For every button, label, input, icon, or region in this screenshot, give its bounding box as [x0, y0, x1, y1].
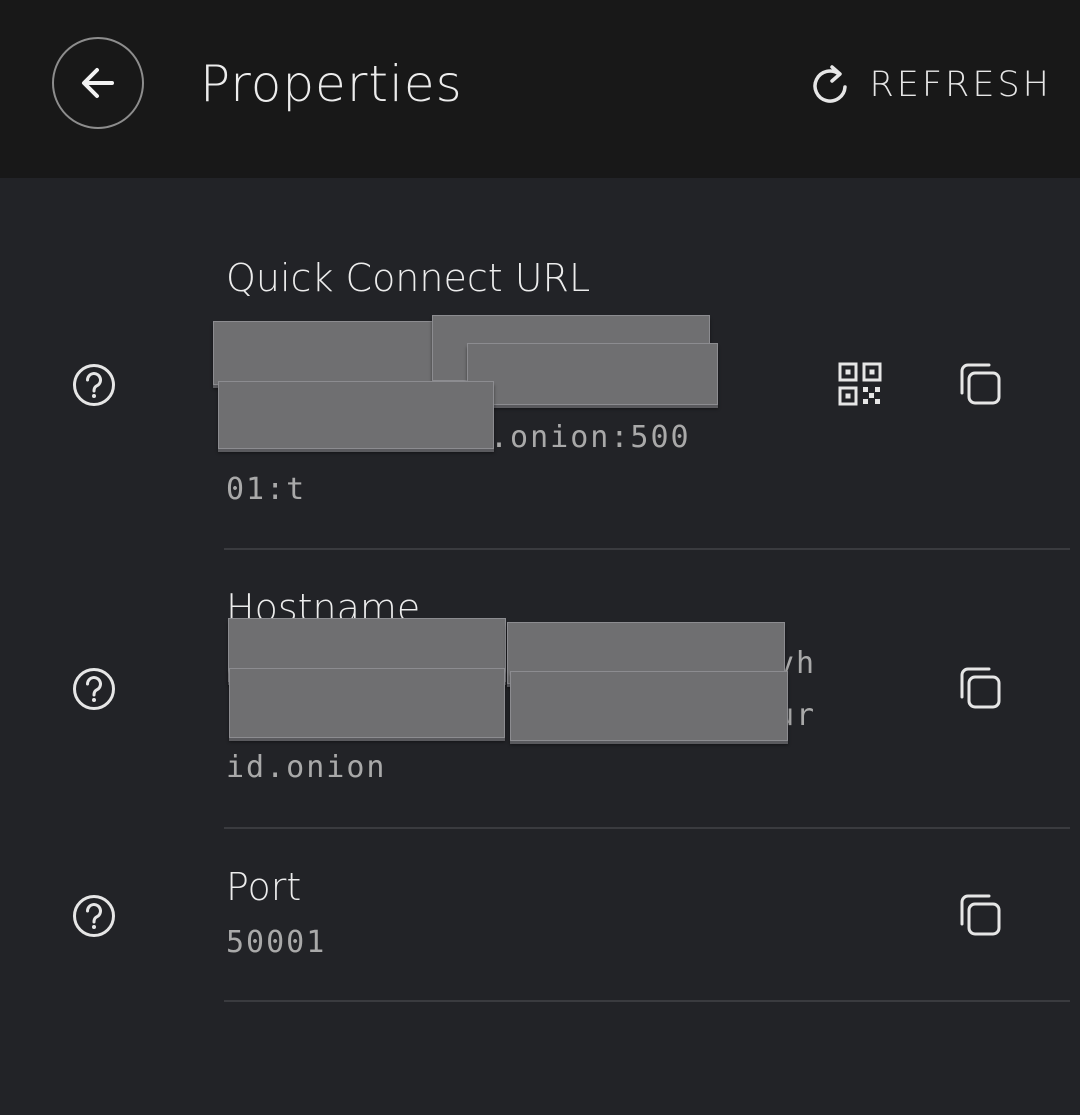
help-icon[interactable]	[72, 363, 116, 407]
redaction-block	[218, 381, 494, 449]
redaction-block	[229, 668, 505, 738]
qr-code-icon[interactable]	[838, 362, 882, 406]
redaction-block	[510, 671, 788, 741]
property-value-line: id.onion	[226, 750, 387, 785]
refresh-icon	[813, 65, 848, 103]
property-value-line: 01:t	[226, 472, 307, 507]
divider	[224, 827, 1070, 829]
redaction-block	[467, 343, 718, 405]
copy-icon[interactable]	[958, 893, 1002, 937]
top-app-bar: Properties REFRESH	[0, 0, 1080, 178]
help-icon[interactable]	[72, 894, 116, 938]
property-value-line: 50001	[226, 925, 327, 960]
arrow-left-icon	[82, 68, 114, 98]
property-label: Quick Connect URL	[226, 256, 591, 300]
refresh-label: REFRESH	[869, 65, 1052, 105]
divider	[224, 548, 1070, 550]
property-label: Port	[226, 865, 302, 909]
property-value-line: .onion:500	[490, 420, 691, 455]
help-icon[interactable]	[72, 667, 116, 711]
back-button[interactable]	[52, 37, 144, 129]
copy-icon[interactable]	[958, 362, 1002, 406]
divider	[224, 1000, 1070, 1002]
redaction-block	[213, 321, 445, 385]
copy-icon[interactable]	[958, 666, 1002, 710]
refresh-button[interactable]: REFRESH	[809, 56, 1052, 114]
page-title: Properties	[200, 55, 463, 113]
